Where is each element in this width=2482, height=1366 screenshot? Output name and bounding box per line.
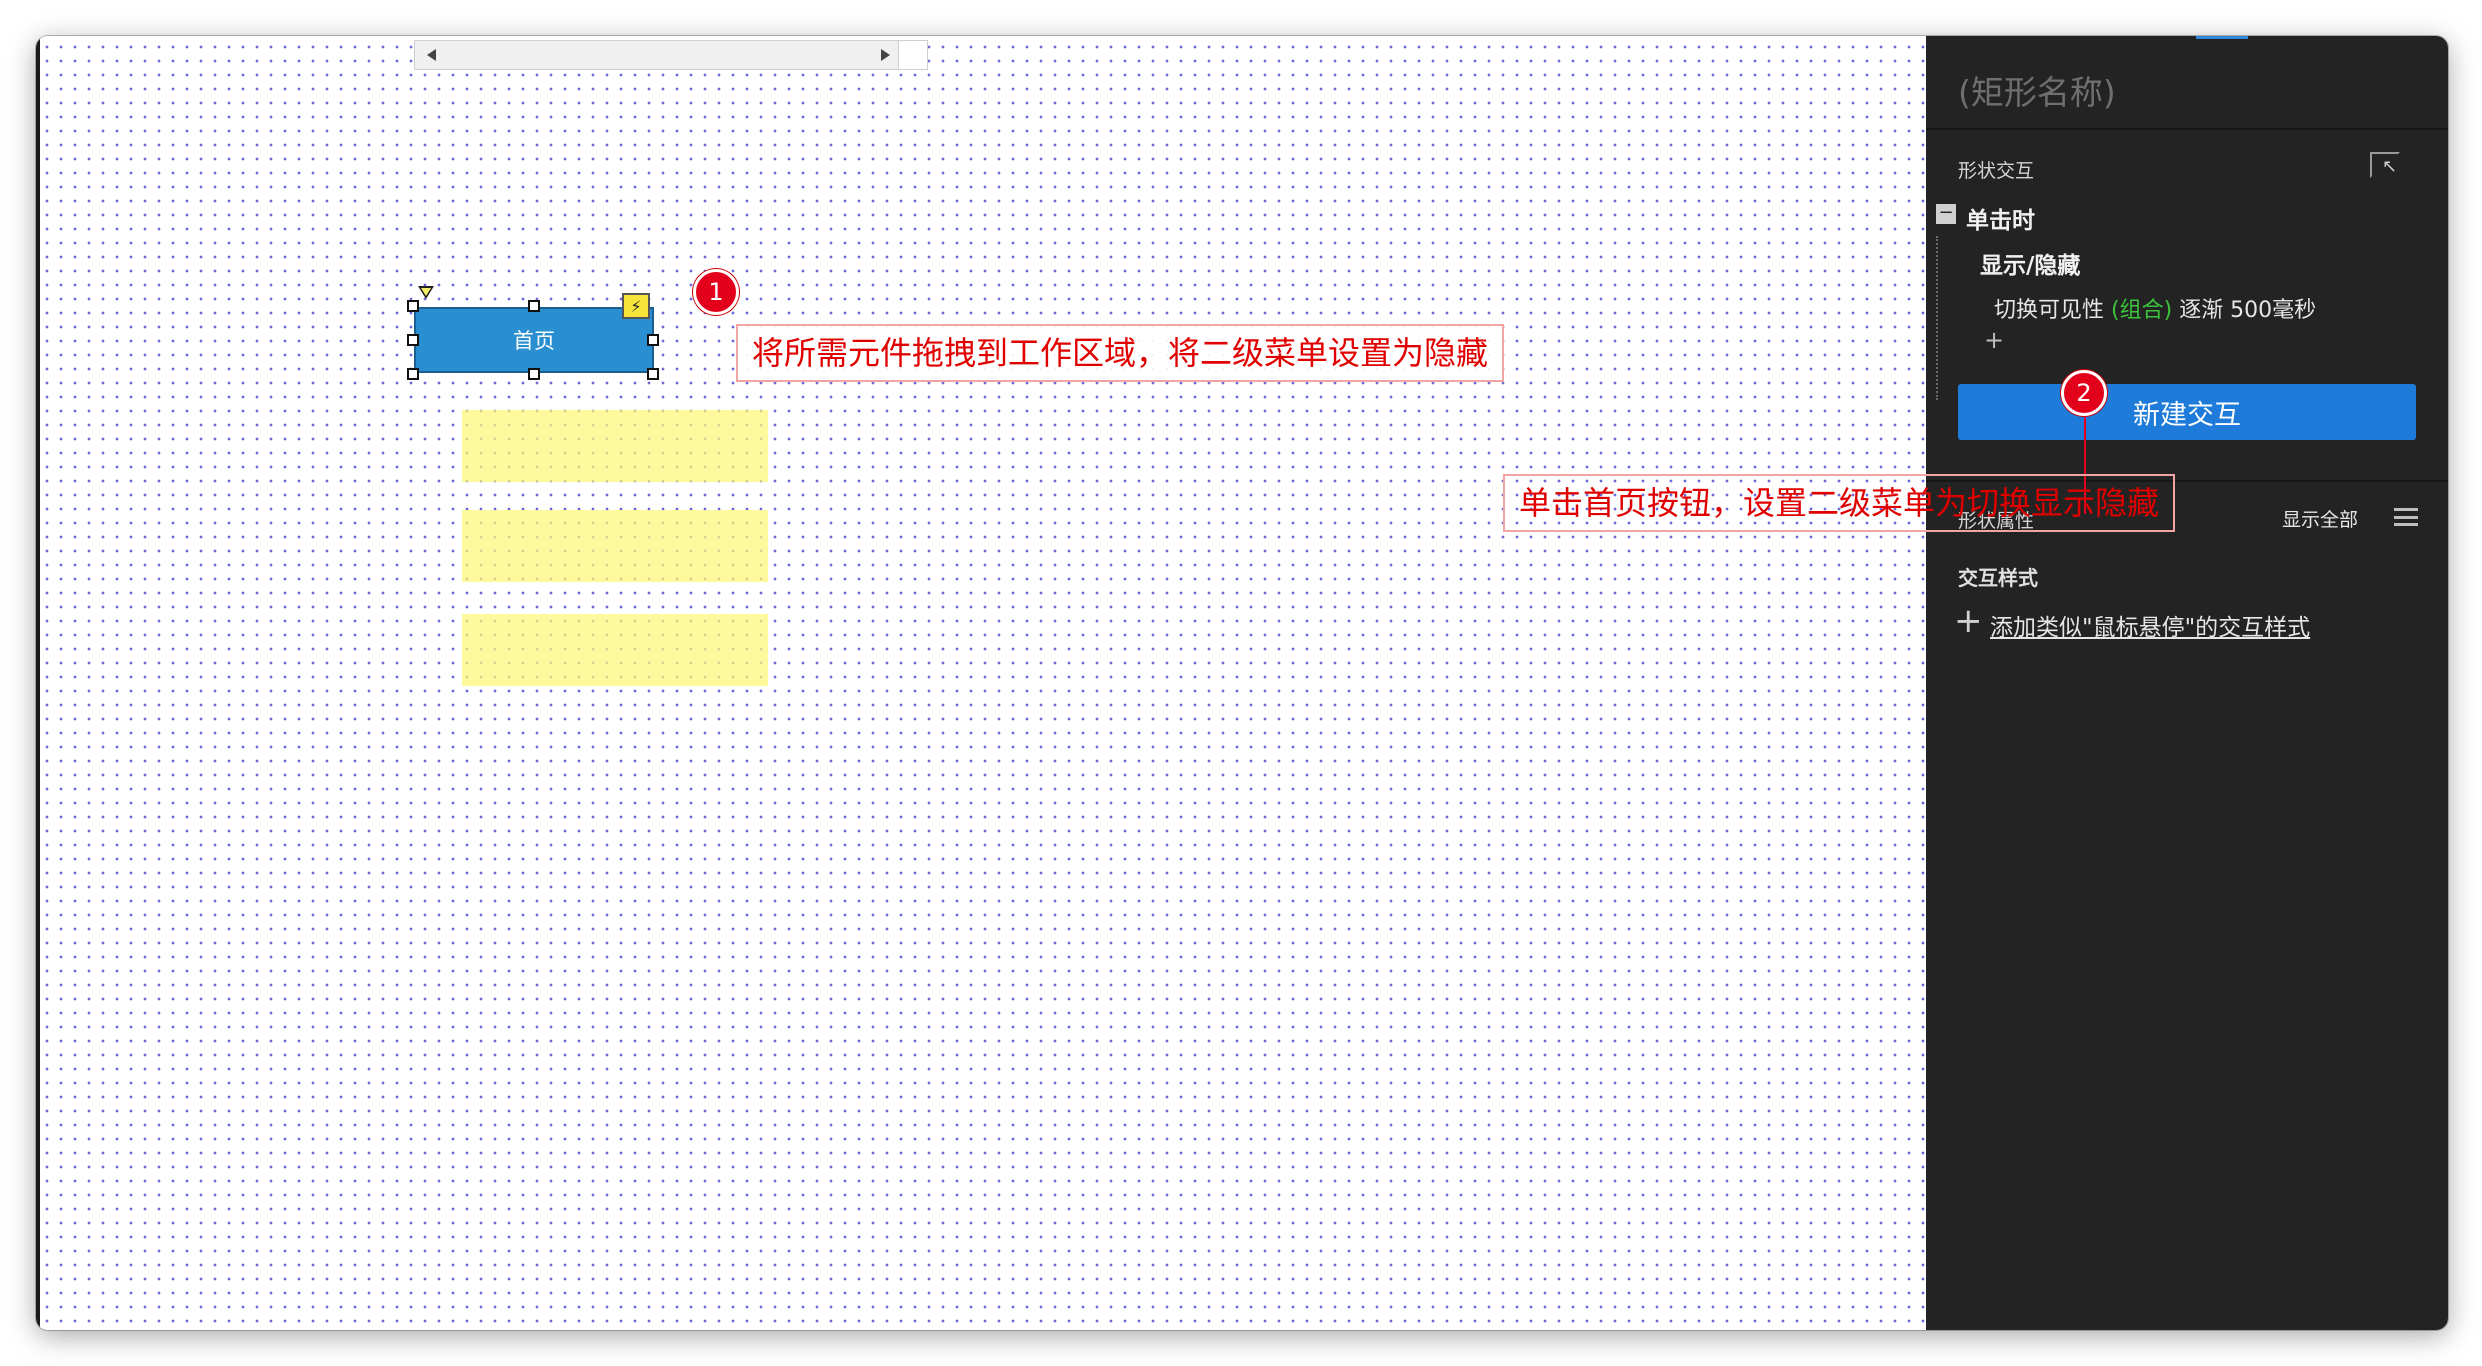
lightning-icon[interactable]: ⚡ [622,293,650,319]
design-canvas[interactable]: 首页 ⚡ 1 将所需元件拖拽到工作区域，将二级菜单设置为隐藏 [36,36,1926,1330]
step-1-badge: 1 [693,269,739,315]
add-style-plus-icon[interactable]: + [1954,604,1983,638]
selection-handle-mid-left[interactable] [407,334,419,346]
add-interaction-style-link[interactable]: 添加类似"鼠标悬停"的交互样式 [1990,608,2310,642]
action-animation: 逐渐 500毫秒 [2179,298,2317,323]
submenu-item[interactable] [462,410,768,482]
interaction-panel: (矩形名称) 形状交互 − 单击时 显示/隐藏 切换可见性 (组合) 逐渐 50… [1926,36,2448,1330]
step-1-callout: 将所需元件拖拽到工作区域，将二级菜单设置为隐藏 [736,324,1505,382]
tree-connector [1936,236,1938,400]
scrollbar-corner [898,40,928,70]
case-show-hide[interactable]: 显示/隐藏 [1980,246,2080,280]
horizontal-scrollbar[interactable] [414,40,928,70]
selection-handle-bottom-center[interactable] [528,368,540,380]
selection-handle-top-left[interactable] [407,300,419,312]
step-2-badge: 2 [2061,370,2107,416]
selection-handle-bottom-left[interactable] [407,368,419,380]
hamburger-menu-icon[interactable] [2394,508,2418,526]
anchor-marker-icon [418,286,434,299]
canvas-left-border [36,36,40,1330]
selection-handle-mid-right[interactable] [647,334,659,346]
action-target: (组合) [2111,298,2173,323]
shape-name-field[interactable]: (矩形名称) [1958,66,2116,114]
selection-handle-bottom-right[interactable] [647,368,659,380]
app-window: 首页 ⚡ 1 将所需元件拖拽到工作区域，将二级菜单设置为隐藏 (矩形名称) 形状… [36,36,2448,1330]
new-interaction-button[interactable]: 新建交互 [1958,384,2416,440]
home-button-widget[interactable]: 首页 [414,307,654,373]
action-toggle-visibility[interactable]: 切换可见性 (组合) 逐渐 500毫秒 [1994,292,2316,324]
step-2-callout: 单击首页按钮，设置二级菜单为切换显示隐藏 [1503,474,2176,532]
panel-divider [1926,128,2448,130]
panel-top-accent [2196,36,2248,39]
show-all-toggle[interactable]: 显示全部 [2282,505,2358,532]
pick-widget-icon[interactable] [2370,152,2400,178]
submenu-item[interactable] [462,614,768,686]
collapse-icon[interactable]: − [1936,204,1956,224]
submenu-item[interactable] [462,510,768,582]
scroll-right-icon[interactable] [881,49,890,61]
interactions-section-title: 形状交互 [1958,160,2035,182]
add-action-button[interactable]: + [1984,326,2004,354]
event-on-click[interactable]: 单击时 [1966,201,2035,235]
scroll-left-icon[interactable] [427,49,436,61]
action-verb: 切换可见性 [1994,298,2105,323]
selection-handle-top-center[interactable] [528,300,540,312]
interaction-styles-title: 交互样式 [1958,566,2038,590]
